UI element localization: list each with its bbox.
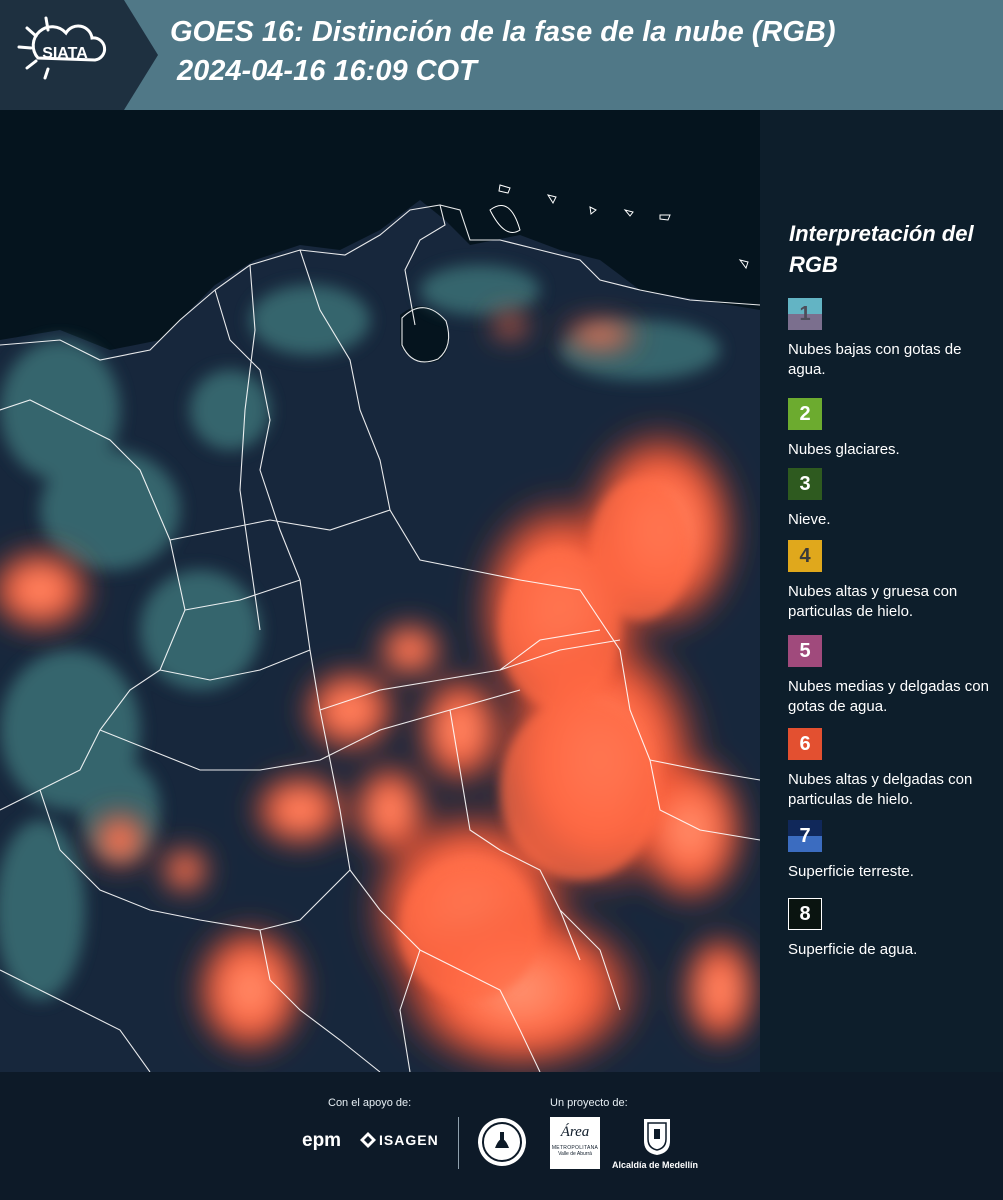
legend-swatch: 7 <box>788 820 822 852</box>
legend-number: 5 <box>799 639 811 662</box>
header-bar: SIATA GOES 16: Distinción de la fase de … <box>0 0 1003 110</box>
legend-number: 6 <box>799 732 811 755</box>
legend-label: Nieve. <box>788 511 831 528</box>
legend-item: 5 Nubes medias y delgadas con gotas de ag… <box>788 635 998 717</box>
legend-panel: Interpretación del RGB 1 Nubes bajas con … <box>760 110 1003 1072</box>
siata-logo: SIATA <box>0 0 158 110</box>
footer-divider <box>458 1117 459 1169</box>
legend-label: Nubes glaciares. <box>788 441 900 458</box>
legend-item: 4 Nubes altas y gruesa con particulas de … <box>788 540 998 622</box>
legend-item: 7 Superficie terreste. <box>788 820 998 882</box>
timestamp-title: 2024-04-16 16:09 COT <box>177 55 477 87</box>
legend-label: Superficie terreste. <box>788 863 914 880</box>
legend-swatch: 3 <box>788 468 822 500</box>
legend-number: 3 <box>799 472 811 495</box>
seal-icon <box>478 1118 526 1166</box>
isagen-logo: ISAGEN <box>360 1132 439 1148</box>
legend-item: 6 Nubes altas y delgadas con particulas d… <box>788 728 998 810</box>
legend-number: 4 <box>799 544 811 567</box>
legend-item: 2 Nubes glaciares. <box>788 398 998 460</box>
satellite-map <box>0 110 760 1072</box>
legend-swatch: 1 <box>788 298 822 330</box>
footer-bar: Con el apoyo de: Un proyecto de: epm ISA… <box>0 1072 1003 1200</box>
legend-number: 8 <box>799 902 811 925</box>
support-label: Con el apoyo de: <box>328 1097 412 1109</box>
legend-label: Nubes altas y gruesa con particulas de h… <box>788 583 958 620</box>
legend-swatch: 8 <box>788 898 822 930</box>
legend-label: Nubes medias y delgadas con gotas de agu… <box>788 678 989 715</box>
legend-item: 8 Superficie de agua. <box>788 898 998 960</box>
epm-logo: epm <box>302 1130 342 1151</box>
legend-label: Nubes bajas con gotas de agua. <box>788 341 962 378</box>
page-title: GOES 16: Distinción de la fase de la nub… <box>170 16 836 48</box>
legend-item: 3 Nieve. <box>788 468 998 530</box>
legend-number: 7 <box>799 824 811 847</box>
legend-number: 2 <box>799 402 811 425</box>
svg-text:SIATA: SIATA <box>42 45 88 62</box>
legend-number: 1 <box>799 302 811 325</box>
legend-swatch: 6 <box>788 728 822 760</box>
alcaldia-logo-text: Alcaldía de Medellín <box>612 1160 699 1170</box>
project-label: Un proyecto de: <box>550 1097 628 1109</box>
legend-label: Nubes altas y delgadas con particulas de… <box>788 771 973 808</box>
alcaldia-crest-icon <box>644 1119 670 1155</box>
area-metropolitana-logo: Área METROPOLITANA Valle de Aburrá <box>550 1117 600 1169</box>
legend-label: Superficie de agua. <box>788 941 918 958</box>
legend-swatch: 4 <box>788 540 822 572</box>
legend-swatch: 5 <box>788 635 822 667</box>
legend-item: 1 Nubes bajas con gotas de agua. <box>788 298 998 380</box>
legend-title: Interpretación del RGB <box>789 221 974 277</box>
legend-swatch: 2 <box>788 398 822 430</box>
isagen-icon <box>360 1132 376 1148</box>
